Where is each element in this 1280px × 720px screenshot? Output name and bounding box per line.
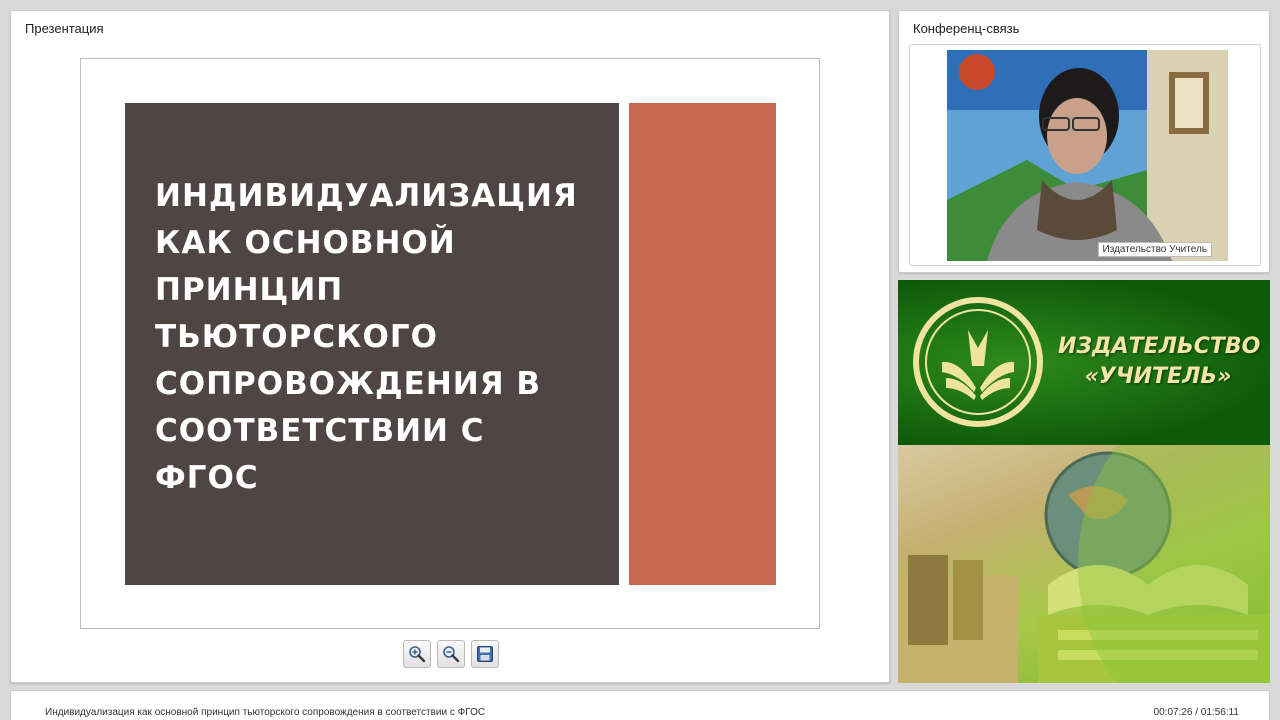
video-feed-image bbox=[947, 50, 1228, 261]
presentation-panel: Презентация Индивидуализация как основно… bbox=[10, 10, 890, 683]
publisher-name: ИЗДАТЕЛЬСТВО «УЧИТЕЛЬ» bbox=[1058, 332, 1261, 392]
slide: Индивидуализация как основной принцип ть… bbox=[80, 58, 820, 629]
conference-panel-title: Конференц-связь bbox=[913, 21, 1020, 36]
zoom-out-button[interactable] bbox=[437, 640, 465, 668]
slide-toolbar bbox=[403, 640, 499, 668]
slide-title-block: Индивидуализация как основной принцип ть… bbox=[125, 103, 619, 585]
footer-bar: Индивидуализация как основной принцип ть… bbox=[10, 690, 1270, 720]
publisher-name-line1: ИЗДАТЕЛЬСТВО bbox=[1058, 334, 1261, 359]
save-button[interactable] bbox=[471, 640, 499, 668]
publisher-name-line2: «УЧИТЕЛЬ» bbox=[1084, 364, 1232, 389]
participant-video[interactable]: Издательство Учитель bbox=[947, 50, 1228, 261]
banner-logo-area: ИЗДАТЕЛЬСТВО «УЧИТЕЛЬ» bbox=[898, 280, 1270, 445]
slide-title: Индивидуализация как основной принцип ть… bbox=[155, 178, 578, 496]
slide-accent-block bbox=[629, 103, 776, 585]
footer-title: Индивидуализация как основной принцип ть… bbox=[45, 707, 486, 718]
video-frame: Издательство Учитель bbox=[909, 44, 1261, 266]
save-icon bbox=[477, 646, 493, 662]
zoom-in-button[interactable] bbox=[403, 640, 431, 668]
publisher-banner: ИЗДАТЕЛЬСТВО «УЧИТЕЛЬ» bbox=[898, 280, 1270, 683]
books-globe-image bbox=[898, 405, 1270, 683]
zoom-out-icon bbox=[443, 646, 460, 663]
zoom-in-icon bbox=[409, 646, 426, 663]
participant-name-label: Издательство Учитель bbox=[1097, 242, 1212, 257]
banner-books-image bbox=[898, 405, 1270, 683]
playback-time: 00:07:26 / 01:56:11 bbox=[1153, 707, 1239, 718]
presentation-panel-title: Презентация bbox=[25, 21, 104, 36]
conference-panel: Конференц-связь Издательство Учитель bbox=[898, 10, 1270, 273]
publisher-logo-icon bbox=[913, 297, 1043, 427]
